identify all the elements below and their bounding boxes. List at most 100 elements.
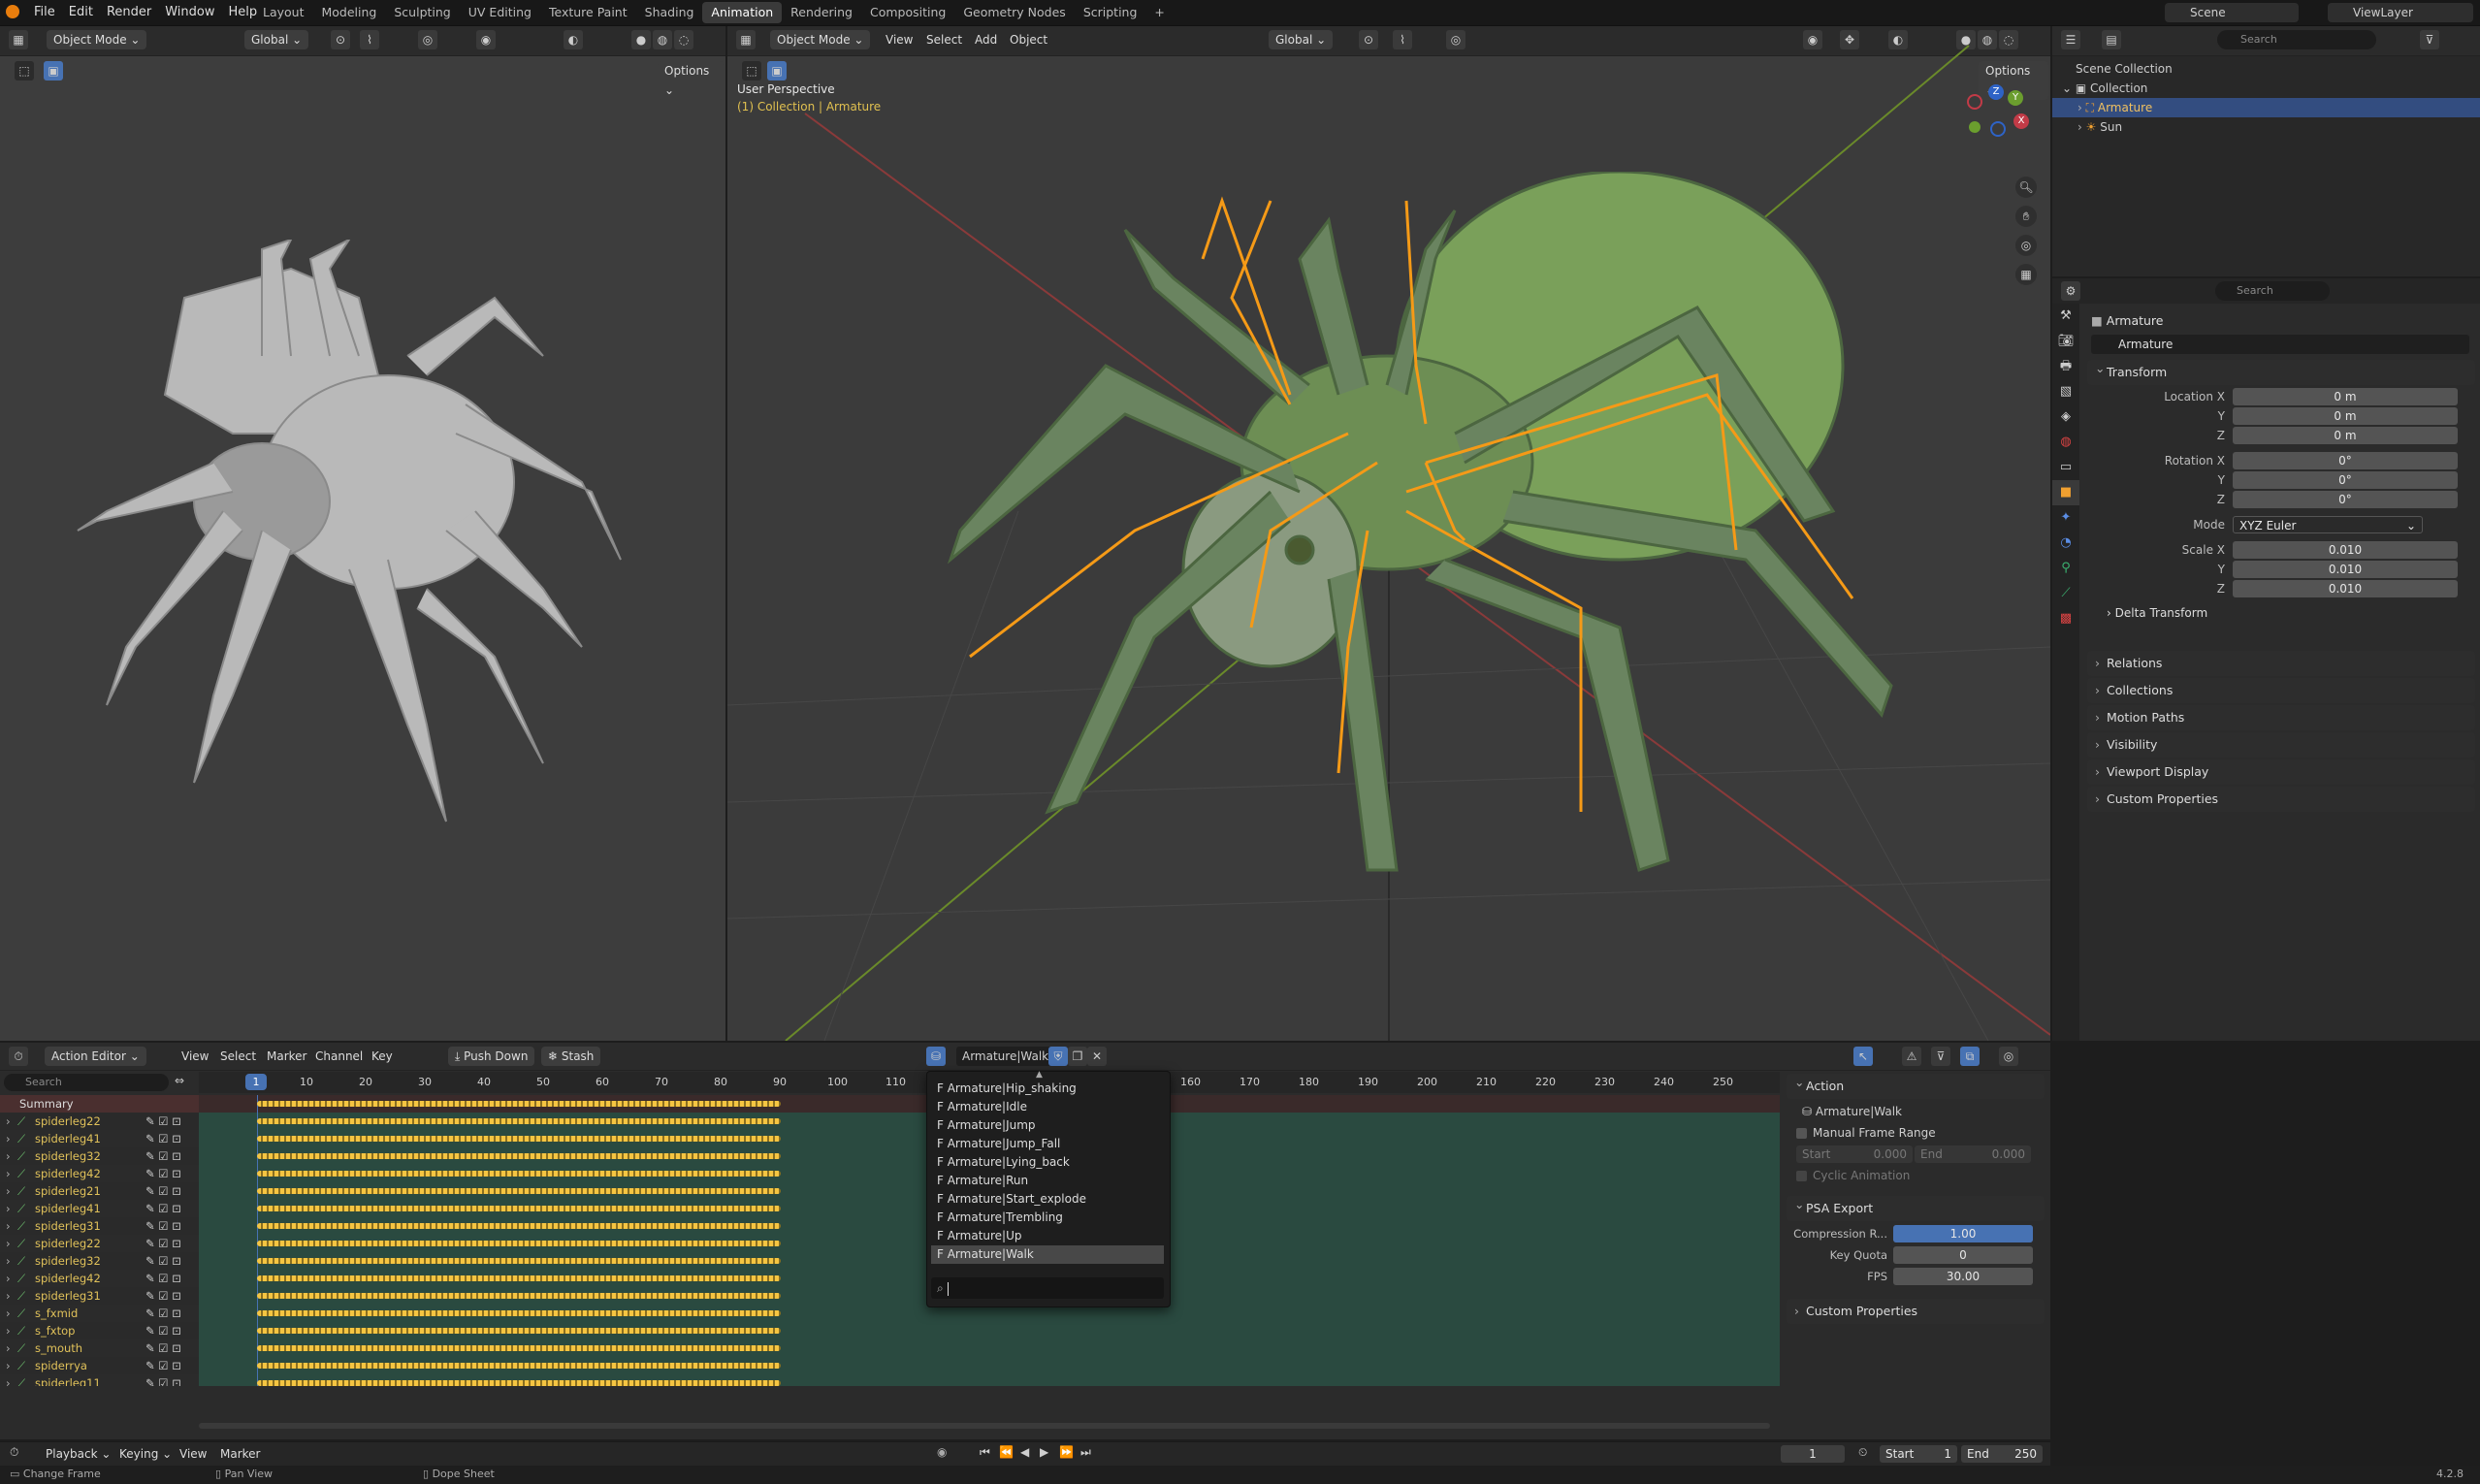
viewport-display-panel-header[interactable]: Viewport Display <box>2087 759 2475 785</box>
channel-row[interactable]: › ⟋ spiderleg41 ✎ ☑ ⊡ <box>0 1200 199 1217</box>
proportional-edit-icon[interactable]: ◎ <box>1999 1047 2018 1066</box>
compression-ratio-field[interactable]: 1.00 <box>1893 1225 2033 1242</box>
jump-end-icon[interactable]: ⏭ <box>1080 1445 1091 1460</box>
keyframe-strip[interactable] <box>257 1345 781 1351</box>
proportional-edit-icon[interactable]: ◎ <box>418 30 437 49</box>
expand-arrow-icon[interactable]: › <box>6 1130 11 1147</box>
collection-tab-icon[interactable]: ▭ <box>2052 455 2079 480</box>
action-list-item[interactable]: F Armature|Walk <box>931 1245 1164 1264</box>
visibility-panel-header[interactable]: Visibility <box>2087 732 2475 758</box>
channel-toggle-icons[interactable]: ✎ ☑ ⊡ <box>145 1374 181 1386</box>
action-list-item[interactable]: F Armature|Lying_back <box>931 1153 1164 1172</box>
tab-rendering[interactable]: Rendering <box>782 2 861 23</box>
constraint-tab-icon[interactable]: ⚲ <box>2052 556 2079 581</box>
pivot-icon[interactable]: ⊙ <box>331 30 350 49</box>
keyframe-strip[interactable] <box>257 1171 781 1177</box>
expand-arrow-icon[interactable]: › <box>6 1287 11 1305</box>
channel-toggle-icons[interactable]: ✎ ☑ ⊡ <box>145 1217 181 1235</box>
channel-toggle-icons[interactable]: ✎ ☑ ⊡ <box>145 1113 181 1130</box>
rotation-z-field[interactable]: 0° <box>2233 491 2458 508</box>
channel-row[interactable]: › ⟋ spiderleg31 ✎ ☑ ⊡ <box>0 1287 199 1305</box>
menu-file[interactable]: File <box>27 0 62 25</box>
tab-sculpting[interactable]: Sculpting <box>385 2 459 23</box>
action-list-item[interactable]: F Armature|Trembling <box>931 1209 1164 1227</box>
expand-arrow-icon[interactable]: › <box>6 1235 11 1252</box>
menu-edit[interactable]: Edit <box>62 0 100 25</box>
neg-x-axis-icon[interactable] <box>1967 94 1982 110</box>
action-list-item[interactable]: F Armature|Hip_shaking <box>931 1080 1164 1098</box>
display-mode-icon[interactable]: ▤ <box>2102 30 2121 49</box>
overlay-icon[interactable]: ◐ <box>564 30 583 49</box>
channel-row[interactable]: › ⟋ spiderleg31 ✎ ☑ ⊡ <box>0 1217 199 1235</box>
custom-properties-panel-header[interactable]: Custom Properties <box>2087 787 2475 812</box>
prev-keyframe-icon[interactable]: ⏪ <box>999 1445 1014 1459</box>
editor-type-icon[interactable]: ⏱ <box>9 1047 28 1066</box>
expand-arrow-icon[interactable]: › <box>6 1147 11 1165</box>
keyframe-strip[interactable] <box>257 1380 781 1386</box>
pan-hand-icon[interactable]: ✋︎ <box>2015 206 2037 227</box>
keyframe-strip[interactable] <box>257 1153 781 1159</box>
keyframe-strip[interactable] <box>257 1310 781 1316</box>
tab-modeling[interactable]: Modeling <box>313 2 386 23</box>
show-errors-icon[interactable]: ⚠ <box>1902 1047 1921 1066</box>
options-dropdown[interactable]: Options ⌄ <box>658 61 724 100</box>
properties-search-input[interactable]: Search <box>2215 281 2330 301</box>
scale-y-field[interactable]: 0.010 <box>2233 561 2458 578</box>
menu-view[interactable]: View <box>173 1442 213 1466</box>
clock-icon[interactable]: ⏲ <box>1858 1445 1867 1460</box>
tab-compositing[interactable]: Compositing <box>861 2 954 23</box>
channel-toggle-icons[interactable]: ✎ ☑ ⊡ <box>145 1130 181 1147</box>
expand-arrow-icon[interactable]: › <box>6 1165 11 1182</box>
delta-transform-subpanel[interactable]: › Delta Transform <box>2087 604 2475 622</box>
current-frame-indicator[interactable]: 1 <box>245 1074 267 1090</box>
channel-toggle-icons[interactable]: ✎ ☑ ⊡ <box>145 1252 181 1270</box>
collection-row[interactable]: ⌄ ▣ Collection <box>2062 79 2469 98</box>
channel-toggle-icons[interactable]: ✎ ☑ ⊡ <box>145 1305 181 1322</box>
action-list-item[interactable]: F Armature|Idle <box>931 1098 1164 1116</box>
next-keyframe-icon[interactable]: ⏩ <box>1059 1445 1074 1459</box>
keyframe-strip[interactable] <box>257 1293 781 1299</box>
expand-arrow-icon[interactable]: › <box>6 1252 11 1270</box>
menu-key[interactable]: Key <box>365 1043 400 1070</box>
left-viewport[interactable]: ▦ Object Mode ⌄ Global ⌄ ⊙ ⌇ ◎ ◉ ◐ ● ◍ ◌… <box>0 26 725 1041</box>
object-tab-icon[interactable]: ■ <box>2052 480 2079 505</box>
rotation-y-field[interactable]: 0° <box>2233 471 2458 489</box>
object-mode-dropdown[interactable]: Object Mode ⌄ <box>47 30 147 49</box>
output-tab-icon[interactable]: 🖶︎ <box>2052 354 2079 379</box>
manual-frame-range-checkbox[interactable]: Manual Frame Range <box>1787 1122 2045 1144</box>
channel-row[interactable]: › ⟋ spiderrya ✎ ☑ ⊡ <box>0 1357 199 1374</box>
rotation-mode-dropdown[interactable]: XYZ Euler ⌄ <box>2233 516 2423 533</box>
orientation-dropdown[interactable]: Global ⌄ <box>244 30 309 49</box>
channel-row[interactable]: › ⟋ spiderleg42 ✎ ☑ ⊡ <box>0 1270 199 1287</box>
channel-row[interactable]: › ⟋ spiderleg32 ✎ ☑ ⊡ <box>0 1252 199 1270</box>
view-layer-tab-icon[interactable]: ▧ <box>2052 379 2079 404</box>
keyframe-strip[interactable] <box>257 1363 781 1369</box>
expand-arrow-icon[interactable]: › <box>6 1305 11 1322</box>
keyframe-strip[interactable] <box>257 1241 781 1246</box>
swap-icon[interactable]: ⇔ <box>175 1074 184 1087</box>
action-list-item[interactable]: F Armature|Jump <box>931 1116 1164 1135</box>
menu-channel[interactable]: Channel <box>308 1043 370 1070</box>
channel-toggle-icons[interactable]: ✎ ☑ ⊡ <box>145 1182 181 1200</box>
channel-row[interactable]: › ⟋ spiderleg22 ✎ ☑ ⊡ <box>0 1235 199 1252</box>
editor-type-icon[interactable]: ☰ <box>2061 30 2080 49</box>
expand-arrow-icon[interactable]: › <box>6 1200 11 1217</box>
channel-row[interactable]: › ⟋ s_fxmid ✎ ☑ ⊡ <box>0 1305 199 1322</box>
scale-x-field[interactable]: 0.010 <box>2233 541 2458 559</box>
expand-arrow-icon[interactable]: › <box>6 1182 11 1200</box>
keyframe-strip[interactable] <box>257 1188 781 1194</box>
channel-toggle-icons[interactable]: ✎ ☑ ⊡ <box>145 1270 181 1287</box>
auto-keying-icon[interactable]: ◉ <box>937 1445 947 1459</box>
timeline-editor-icon[interactable]: ⏱ <box>10 1445 18 1460</box>
shading-material-icon[interactable]: ◍ <box>653 30 672 49</box>
push-down-button[interactable]: ⤓ Push Down <box>448 1047 535 1066</box>
transform-panel-header[interactable]: Transform <box>2087 356 2475 385</box>
relations-panel-header[interactable]: Relations <box>2087 651 2475 676</box>
tab-layout[interactable]: Layout <box>254 2 313 23</box>
channel-toggle-icons[interactable]: ✎ ☑ ⊡ <box>145 1357 181 1374</box>
filter-icon[interactable]: ⊽ <box>2420 30 2439 49</box>
end-frame-field[interactable]: End 0.000 <box>1915 1145 2031 1163</box>
current-frame-field[interactable]: 1 <box>1781 1445 1845 1463</box>
play-icon[interactable]: ▶ <box>1040 1445 1048 1459</box>
horizontal-scrollbar[interactable] <box>199 1423 1770 1429</box>
